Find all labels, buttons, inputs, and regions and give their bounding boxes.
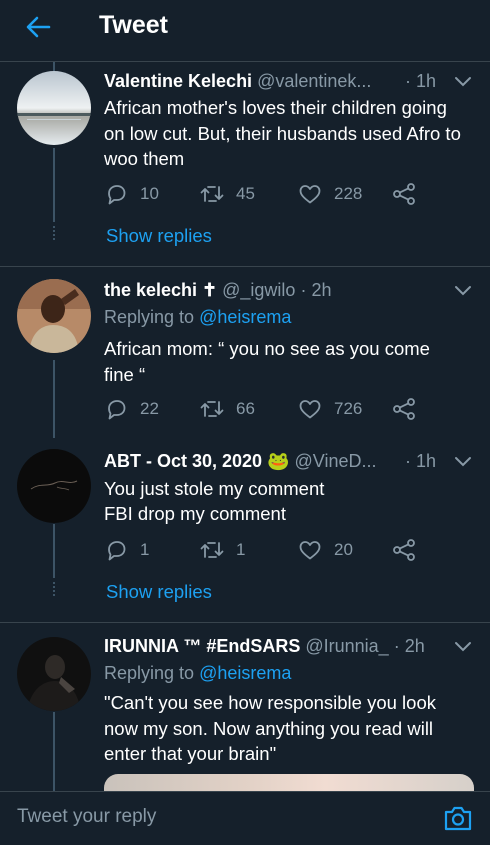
reply-bar: Tweet your reply [0, 791, 490, 845]
show-replies-link[interactable]: Show replies [106, 581, 212, 603]
thread-line [53, 712, 55, 792]
tweet-text: "Can't you see how responsible you look … [104, 692, 436, 764]
tweet-text: African mom: “ you no see as you come fi… [104, 338, 430, 385]
retweet-button[interactable]: 45 [200, 182, 255, 206]
retweet-button[interactable]: 1 [200, 538, 245, 562]
chevron-down-icon[interactable] [454, 285, 472, 297]
divider [0, 622, 490, 623]
replying-to-label: Replying to [104, 663, 195, 683]
retweet-count: 45 [236, 184, 255, 203]
like-button[interactable]: 20 [298, 538, 353, 562]
author-name[interactable]: ABT - Oct 30, 2020 🐸 [104, 451, 289, 471]
avatar[interactable] [17, 637, 91, 711]
divider [0, 266, 490, 267]
show-replies-link[interactable]: Show replies [106, 225, 212, 247]
tweet-actions: 22 66 726 [104, 397, 434, 425]
author-name[interactable]: Valentine Kelechi [104, 71, 252, 91]
thread-line [53, 360, 55, 438]
reply-count: 1 [140, 540, 150, 559]
tweet-text-line: FBI drop my comment [104, 503, 286, 524]
chevron-down-icon[interactable] [454, 641, 472, 653]
tweet-time: · 1h [405, 71, 437, 91]
like-button[interactable]: 228 [298, 182, 362, 206]
avatar[interactable] [17, 449, 91, 523]
thread-line [53, 148, 55, 222]
author-handle[interactable]: @Irunnia_ [305, 636, 388, 656]
share-icon [393, 183, 415, 205]
camera-icon[interactable] [443, 804, 473, 832]
tweet-time: · 2h [393, 636, 425, 656]
author-name[interactable]: the kelechi ✝ [104, 280, 217, 300]
share-icon [393, 398, 415, 420]
like-icon [299, 400, 321, 419]
like-button[interactable]: 726 [298, 397, 362, 421]
retweet-icon [200, 401, 224, 417]
avatar[interactable] [17, 279, 91, 353]
thread-dots [53, 582, 55, 598]
chevron-down-icon[interactable] [454, 76, 472, 88]
tweet-text: African mother's loves their children go… [104, 97, 461, 169]
replying-to: Replying to @heisrema [104, 663, 291, 684]
tweet-time: · 1h [405, 451, 437, 471]
reply-icon [108, 185, 126, 205]
reply-icon [108, 400, 126, 420]
tweet-header: IRUNNIA ™ #EndSARS @Irunnia_ · 2h [104, 636, 444, 657]
back-arrow-icon[interactable] [24, 13, 52, 41]
share-button[interactable] [392, 182, 416, 206]
reply-button[interactable]: 10 [104, 182, 159, 206]
replying-to-handle[interactable]: @heisrema [199, 307, 291, 327]
tweet-actions: 1 1 20 [104, 538, 434, 566]
reply-input[interactable]: Tweet your reply [17, 806, 156, 828]
like-count: 228 [334, 184, 363, 203]
retweet-count: 66 [236, 399, 255, 418]
author-name[interactable]: IRUNNIA ™ #EndSARS [104, 636, 300, 656]
retweet-count: 1 [236, 540, 246, 559]
share-button[interactable] [392, 538, 416, 562]
share-button[interactable] [392, 397, 416, 421]
tweet-header: Valentine Kelechi @valentinek... [104, 71, 444, 92]
like-count: 726 [334, 399, 363, 418]
retweet-icon [200, 186, 224, 202]
retweet-icon [200, 542, 224, 558]
tweet-header: the kelechi ✝ @_igwilo · 2h [104, 280, 444, 301]
chevron-down-icon[interactable] [454, 456, 472, 468]
like-count: 20 [334, 540, 353, 559]
replying-to-handle[interactable]: @heisrema [199, 663, 291, 683]
replying-to-label: Replying to [104, 307, 195, 327]
like-icon [299, 185, 321, 204]
author-handle[interactable]: @_igwilo [222, 280, 295, 300]
tweet-time: · 2h [300, 280, 332, 300]
avatar[interactable] [17, 71, 91, 145]
reply-count: 22 [140, 399, 159, 418]
retweet-button[interactable]: 66 [200, 397, 255, 421]
header-divider [0, 61, 490, 62]
thread-line [53, 524, 55, 578]
like-icon [299, 541, 321, 560]
reply-button[interactable]: 22 [104, 397, 159, 421]
reply-count: 10 [140, 184, 159, 203]
reply-button[interactable]: 1 [104, 538, 149, 562]
thread-dots [53, 226, 55, 242]
share-icon [393, 539, 415, 561]
tweet-actions: 10 45 228 [104, 182, 434, 210]
replying-to: Replying to @heisrema [104, 307, 291, 328]
tweet-header: ABT - Oct 30, 2020 🐸 @VineD... [104, 451, 444, 472]
tweet-text-line: You just stole my comment [104, 478, 325, 499]
author-handle[interactable]: @valentinek... [257, 71, 371, 91]
page-title: Tweet [99, 11, 168, 39]
author-handle[interactable]: @VineD... [295, 451, 377, 471]
top-bar: Tweet [0, 0, 490, 54]
reply-icon [108, 541, 126, 561]
